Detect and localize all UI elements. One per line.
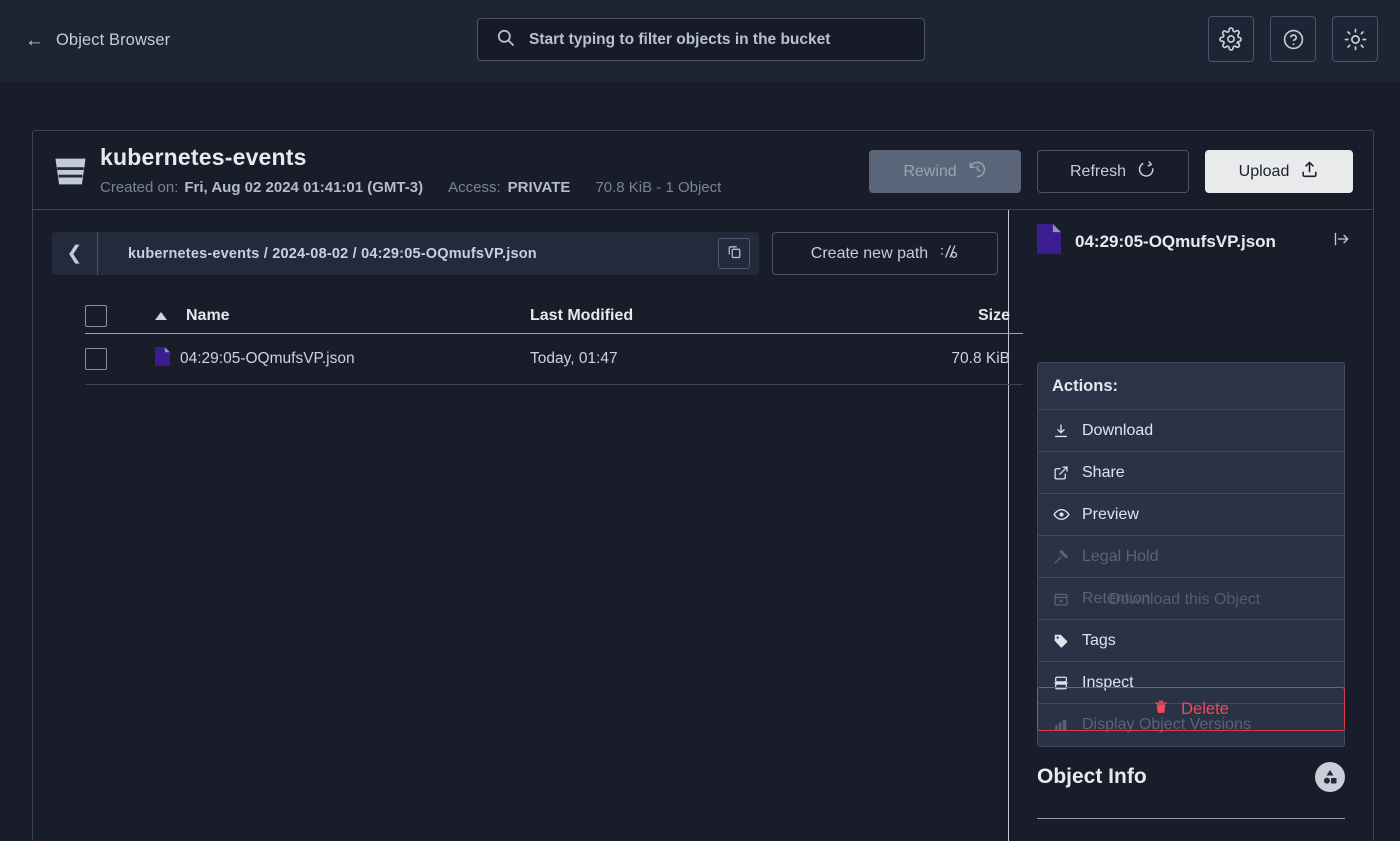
column-header-modified[interactable]: Last Modified bbox=[530, 307, 850, 325]
upload-button[interactable]: Upload bbox=[1205, 150, 1353, 193]
action-tags-label: Tags bbox=[1082, 632, 1116, 650]
chevron-left-icon: ❮ bbox=[67, 242, 83, 265]
copy-icon bbox=[727, 244, 742, 264]
column-label-modified: Last Modified bbox=[530, 307, 633, 324]
create-new-path-button[interactable]: Create new path bbox=[772, 232, 998, 275]
trash-icon bbox=[1153, 698, 1169, 720]
json-file-icon bbox=[155, 347, 170, 371]
shapes-badge-icon bbox=[1315, 762, 1345, 792]
row-modified-cell: Today, 01:47 bbox=[530, 350, 850, 368]
column-header-name[interactable]: Name bbox=[155, 307, 530, 325]
page-title: kubernetes-events bbox=[100, 144, 307, 171]
delete-button[interactable]: Delete bbox=[1037, 687, 1345, 731]
refresh-label: Refresh bbox=[1070, 163, 1126, 181]
gavel-icon bbox=[1052, 549, 1070, 565]
upload-label: Upload bbox=[1239, 163, 1290, 181]
breadcrumb-row: ❮ kubernetes-events / 2024-08-02 / 04:29… bbox=[52, 232, 998, 275]
action-download[interactable]: Download bbox=[1038, 410, 1344, 452]
action-preview-label: Preview bbox=[1082, 506, 1139, 524]
object-table: Name Last Modified Size bbox=[85, 298, 1023, 385]
select-all-cell bbox=[85, 305, 155, 327]
action-download-label: Download bbox=[1082, 422, 1153, 440]
back-to-object-browser[interactable]: ← Object Browser bbox=[25, 31, 170, 50]
bucket-header: kubernetes-events Created on: Fri, Aug 0… bbox=[33, 131, 1373, 210]
back-label: Object Browser bbox=[56, 31, 170, 50]
row-name-cell: 04:29:05-OQmufsVP.json bbox=[155, 347, 530, 371]
object-detail-panel: 04:29:05-OQmufsVP.json Actions: bbox=[1009, 210, 1373, 841]
row-checkbox[interactable] bbox=[85, 348, 107, 370]
action-share-label: Share bbox=[1082, 464, 1125, 482]
bucket-action-buttons: Rewind Refresh Upload bbox=[869, 150, 1353, 193]
row-name-label: 04:29:05-OQmufsVP.json bbox=[180, 350, 355, 368]
search-placeholder: Start typing to filter objects in the bu… bbox=[529, 31, 830, 49]
refresh-icon bbox=[1137, 160, 1156, 184]
card-body: ❮ kubernetes-events / 2024-08-02 / 04:29… bbox=[33, 210, 1373, 841]
calendar-icon bbox=[1052, 591, 1070, 607]
column-label-size: Size bbox=[978, 307, 1010, 324]
breadcrumb: ❮ kubernetes-events / 2024-08-02 / 04:29… bbox=[52, 232, 759, 275]
rewind-label: Rewind bbox=[903, 163, 956, 181]
table-header-row: Name Last Modified Size bbox=[85, 298, 1023, 334]
sort-ascending-icon bbox=[155, 312, 167, 320]
bucket-meta: Created on: Fri, Aug 02 2024 01:41:01 (G… bbox=[100, 179, 721, 196]
table-row[interactable]: 04:29:05-OQmufsVP.json Today, 01:47 70.8… bbox=[85, 334, 1023, 385]
access-value: PRIVATE bbox=[508, 179, 571, 196]
object-list-pane: ❮ kubernetes-events / 2024-08-02 / 04:29… bbox=[33, 210, 1008, 841]
row-modified-label: Today, 01:47 bbox=[530, 350, 618, 367]
json-file-icon bbox=[1037, 224, 1061, 259]
search-icon bbox=[496, 28, 515, 52]
action-legal-hold-label: Legal Hold bbox=[1082, 548, 1159, 566]
bucket-summary: 70.8 KiB - 1 Object bbox=[595, 179, 721, 196]
refresh-button[interactable]: Refresh bbox=[1037, 150, 1189, 193]
column-label-name: Name bbox=[186, 307, 230, 325]
access-label: Access: bbox=[448, 179, 501, 196]
copy-path-button[interactable] bbox=[718, 238, 750, 269]
bucket-card: kubernetes-events Created on: Fri, Aug 0… bbox=[32, 130, 1374, 841]
bucket-icon bbox=[49, 150, 92, 198]
arrow-left-icon: ← bbox=[25, 31, 44, 50]
upload-icon bbox=[1300, 160, 1319, 184]
action-share[interactable]: Share bbox=[1038, 452, 1344, 494]
share-external-icon bbox=[1052, 465, 1070, 481]
row-size-cell: 70.8 KiB bbox=[850, 350, 1023, 368]
header-icon-buttons bbox=[1208, 16, 1378, 62]
collapse-panel-right-icon bbox=[1332, 235, 1351, 252]
created-label: Created on: bbox=[100, 179, 178, 196]
help-button[interactable] bbox=[1270, 16, 1316, 62]
action-preview[interactable]: Preview bbox=[1038, 494, 1344, 536]
breadcrumb-path: kubernetes-events / 2024-08-02 / 04:29:0… bbox=[128, 246, 537, 262]
rewind-clock-icon bbox=[968, 160, 987, 184]
detail-panel-header: 04:29:05-OQmufsVP.json bbox=[1037, 224, 1276, 259]
column-header-size[interactable]: Size bbox=[850, 307, 1023, 325]
create-path-label: Create new path bbox=[811, 245, 928, 263]
search-input[interactable]: Start typing to filter objects in the bu… bbox=[477, 18, 925, 61]
action-tags[interactable]: Tags bbox=[1038, 620, 1344, 662]
rewind-button[interactable]: Rewind bbox=[869, 150, 1021, 193]
close-panel-button[interactable] bbox=[1332, 230, 1351, 253]
actions-header: Actions: bbox=[1038, 363, 1344, 410]
action-legal-hold: Legal Hold bbox=[1038, 536, 1344, 578]
breadcrumb-back-button[interactable]: ❮ bbox=[52, 232, 98, 275]
action-retention-label: Retention bbox=[1082, 590, 1151, 608]
row-select-cell bbox=[85, 348, 155, 370]
theme-button[interactable] bbox=[1332, 16, 1378, 62]
object-info-section: Object Info bbox=[1037, 762, 1345, 819]
tag-icon bbox=[1052, 633, 1070, 649]
settings-button[interactable] bbox=[1208, 16, 1254, 62]
action-retention: Retention bbox=[1038, 578, 1344, 620]
select-all-checkbox[interactable] bbox=[85, 305, 107, 327]
row-size-label: 70.8 KiB bbox=[951, 350, 1010, 367]
detail-panel-title: 04:29:05-OQmufsVP.json bbox=[1075, 232, 1276, 252]
delete-label: Delete bbox=[1181, 700, 1229, 719]
object-info-header: Object Info bbox=[1037, 762, 1345, 792]
created-value: Fri, Aug 02 2024 01:41:01 (GMT-3) bbox=[184, 179, 423, 196]
path-slash-icon bbox=[939, 242, 959, 266]
object-info-divider bbox=[1037, 818, 1345, 819]
download-icon bbox=[1052, 423, 1070, 439]
object-info-title: Object Info bbox=[1037, 765, 1147, 789]
eye-icon bbox=[1052, 506, 1070, 523]
top-header-bar: ← Object Browser Start typing to filter … bbox=[0, 0, 1400, 81]
